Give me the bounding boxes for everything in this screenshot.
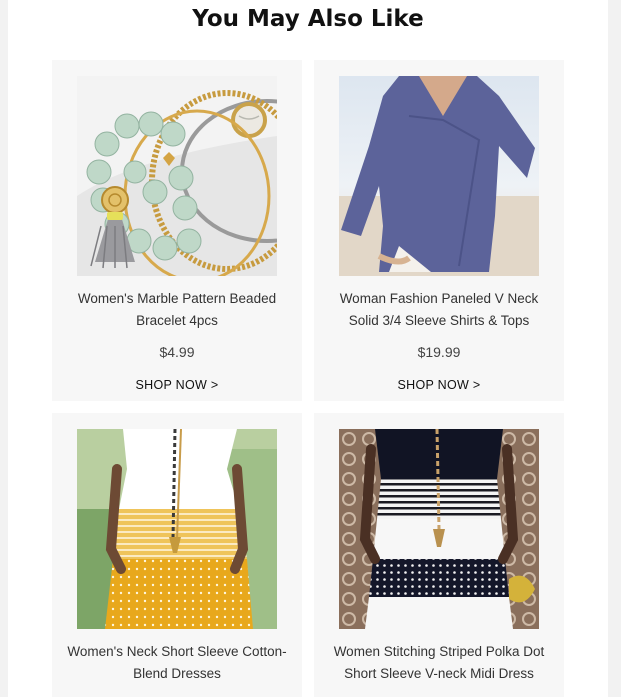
product-price: $4.99 bbox=[159, 344, 195, 360]
section-title: You May Also Like bbox=[192, 6, 424, 32]
product-name[interactable]: Women's Marble Pattern Beaded Bracelet 4… bbox=[62, 288, 292, 332]
product-card[interactable]: Women Stitching Striped Polka Dot Short … bbox=[314, 413, 564, 697]
shop-now-link[interactable]: SHOP NOW > bbox=[314, 378, 564, 392]
recommendations-panel: You May Also Like Women's Marble Pattern… bbox=[8, 0, 608, 697]
product-name[interactable]: Women Stitching Striped Polka Dot Short … bbox=[324, 641, 554, 685]
product-card[interactable]: Women's Marble Pattern Beaded Bracelet 4… bbox=[52, 60, 302, 401]
product-image[interactable] bbox=[77, 76, 277, 276]
product-name[interactable]: Woman Fashion Paneled V Neck Solid 3/4 S… bbox=[324, 288, 554, 332]
product-price: $19.99 bbox=[417, 344, 461, 360]
product-card[interactable]: Women's Neck Short Sleeve Cotton-Blend D… bbox=[52, 413, 302, 697]
product-image[interactable] bbox=[339, 76, 539, 276]
product-name[interactable]: Women's Neck Short Sleeve Cotton-Blend D… bbox=[62, 641, 292, 685]
product-card[interactable]: Woman Fashion Paneled V Neck Solid 3/4 S… bbox=[314, 60, 564, 401]
shop-now-link[interactable]: SHOP NOW > bbox=[52, 378, 302, 392]
product-image[interactable] bbox=[77, 429, 277, 629]
product-image[interactable] bbox=[339, 429, 539, 629]
